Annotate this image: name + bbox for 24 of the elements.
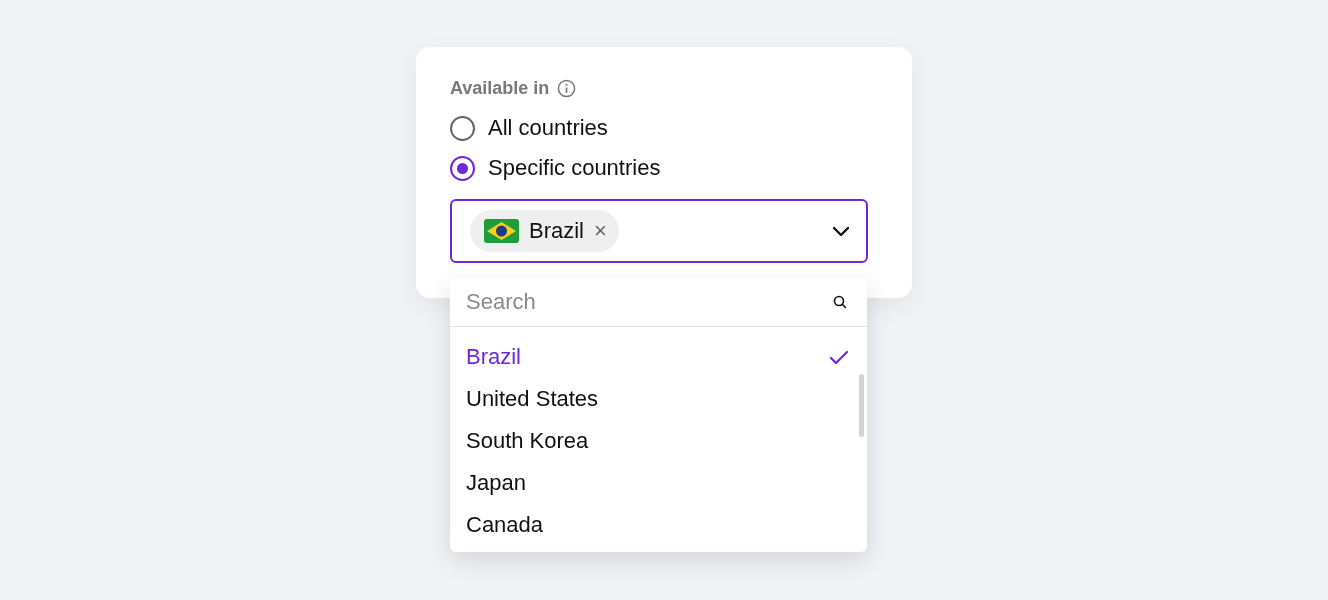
- option-label: South Korea: [466, 428, 589, 454]
- field-label: Available in: [450, 77, 550, 99]
- option-label: Japan: [466, 470, 526, 496]
- country-option[interactable]: Japan: [450, 462, 867, 504]
- country-select[interactable]: Brazil ×: [450, 199, 868, 263]
- chip-label: Brazil: [529, 218, 584, 244]
- option-label: United States: [466, 386, 599, 412]
- radio-label: All countries: [488, 115, 608, 141]
- checkmark-icon: [829, 349, 849, 365]
- country-option[interactable]: United States: [450, 378, 867, 420]
- radio-button[interactable]: [450, 115, 475, 141]
- search-icon[interactable]: [833, 295, 847, 309]
- chevron-down-icon[interactable]: [832, 225, 850, 237]
- option-label: Canada: [466, 512, 544, 538]
- radio-label: Specific countries: [488, 155, 661, 181]
- scrollbar[interactable]: [859, 374, 864, 437]
- info-icon[interactable]: [557, 78, 577, 98]
- radio-button[interactable]: [450, 155, 475, 181]
- brazil-flag-icon: [484, 219, 519, 243]
- country-option[interactable]: Brazil: [450, 336, 867, 378]
- option-label: Brazil: [466, 344, 521, 370]
- country-option[interactable]: Canada: [450, 504, 867, 546]
- remove-button[interactable]: ×: [594, 218, 607, 244]
- country-option[interactable]: South Korea: [450, 420, 867, 462]
